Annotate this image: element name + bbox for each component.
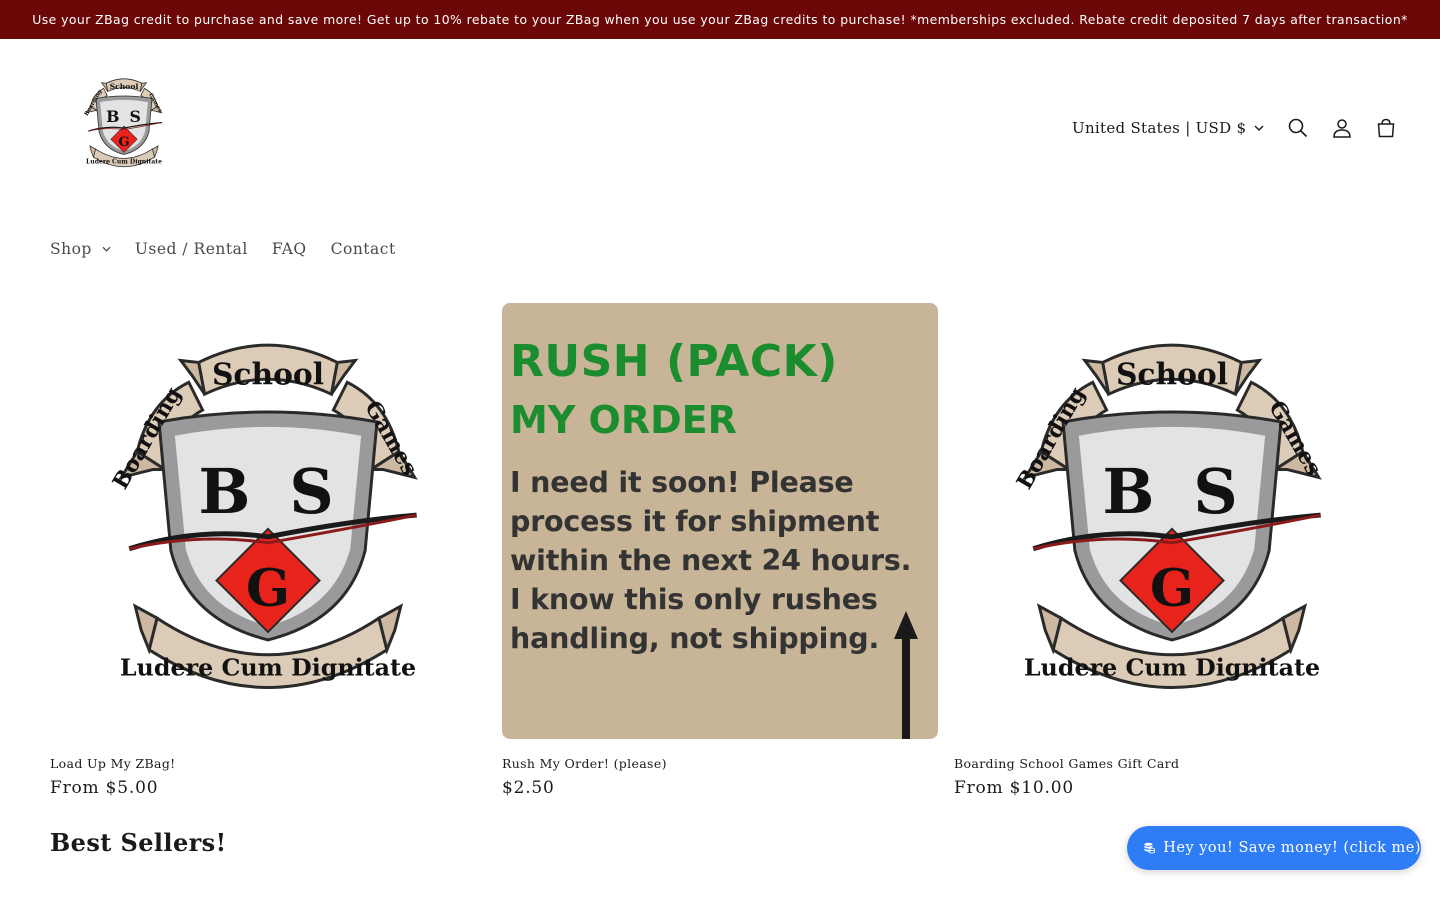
chevron-down-icon (1254, 125, 1264, 131)
crest-motto-text: Ludere Cum Dignitate (120, 654, 416, 682)
crest-product-image: School Boarding Games Ludere Cum Dignita… (108, 303, 422, 739)
product-image[interactable]: School Boarding Games Ludere Cum Dignita… (50, 303, 486, 739)
rush-body-line: process it for shipment (510, 505, 880, 538)
search-icon (1289, 118, 1308, 138)
logo-motto-text: Ludere Cum Dignitate (86, 159, 162, 166)
country-currency-selector[interactable]: United States | USD $ (1060, 110, 1276, 146)
crest-motto-text: Ludere Cum Dignitate (1024, 654, 1320, 682)
country-currency-label: United States | USD $ (1072, 119, 1247, 137)
chevron-down-icon (102, 246, 111, 252)
product-title[interactable]: Boarding School Games Gift Card (954, 756, 1390, 771)
rush-body-line: I need it soon! Please (510, 466, 854, 499)
product-title[interactable]: Rush My Order! (please) (502, 756, 938, 771)
rush-subheading: MY ORDER (510, 398, 737, 442)
nav-item-used-rental-label: Used / Rental (134, 240, 248, 258)
crest-top-banner-text: School (1116, 357, 1228, 392)
rush-card-image: RUSH (PACK) MY ORDER I need it soon! Ple… (510, 333, 930, 658)
rush-body-text: I need it soon! Please process it for sh… (510, 463, 930, 658)
store-logo[interactable]: School Boarding Games Ludere Cum Dignita… (68, 60, 180, 188)
product-price: From $5.00 (50, 778, 159, 798)
nav-item-faq[interactable]: FAQ (272, 240, 307, 258)
product-card[interactable]: School Boarding Games Ludere Cum Dignita… (954, 303, 1390, 803)
arrow-up-icon (894, 611, 918, 739)
rewards-chat-button[interactable]: Hey you! Save money! (click me) (1127, 826, 1421, 870)
nav-item-used-rental[interactable]: Used / Rental (135, 240, 248, 258)
header-tools: United States | USD $ (1060, 110, 1408, 146)
product-card[interactable]: School Boarding Games Ludere Cum Dignita… (50, 303, 486, 803)
search-button[interactable] (1276, 106, 1320, 150)
account-icon (1333, 119, 1352, 138)
nav-item-faq-label: FAQ (271, 240, 307, 258)
product-image[interactable]: RUSH (PACK) MY ORDER I need it soon! Ple… (502, 303, 938, 739)
product-grid: School Boarding Games Ludere Cum Dignita… (50, 303, 1390, 803)
chat-button-label: Hey you! Save money! (click me) (1163, 840, 1421, 856)
announcement-text: Use your ZBag credit to purchase and sav… (32, 12, 1408, 27)
product-title[interactable]: Load Up My ZBag! (50, 756, 486, 771)
rush-heading: RUSH (PACK) (510, 336, 838, 387)
crest-product-image: School Boarding Games Ludere Cum Dignita… (1012, 303, 1326, 739)
nav-item-contact[interactable]: Contact (331, 240, 396, 258)
rush-body-line: handling, not shipping. (510, 622, 880, 655)
account-button[interactable] (1320, 106, 1364, 150)
product-price: From $10.00 (954, 778, 1074, 798)
rush-body-line: I know this only rushes (510, 583, 878, 616)
cart-button[interactable] (1364, 106, 1408, 150)
main-nav: Shop Used / Rental FAQ Contact (50, 234, 396, 264)
nav-item-contact-label: Contact (330, 240, 396, 258)
product-image[interactable]: School Boarding Games Ludere Cum Dignita… (954, 303, 1390, 739)
rush-body-line: within the next 24 hours. (510, 544, 912, 577)
cart-icon (1378, 118, 1395, 138)
crest-logo-image: School Boarding Games Ludere Cum Dignita… (84, 60, 180, 188)
logo-top-banner-text: School (110, 82, 139, 91)
nav-item-shop-label: Shop (50, 240, 92, 258)
section-title: Best Sellers! (50, 828, 227, 857)
product-price: $2.50 (502, 778, 555, 798)
coins-icon (1144, 842, 1155, 854)
announcement-bar: Use your ZBag credit to purchase and sav… (0, 0, 1440, 39)
crest-top-banner-text: School (212, 357, 324, 392)
product-card[interactable]: RUSH (PACK) MY ORDER I need it soon! Ple… (502, 303, 938, 803)
nav-item-shop[interactable]: Shop (50, 240, 111, 258)
